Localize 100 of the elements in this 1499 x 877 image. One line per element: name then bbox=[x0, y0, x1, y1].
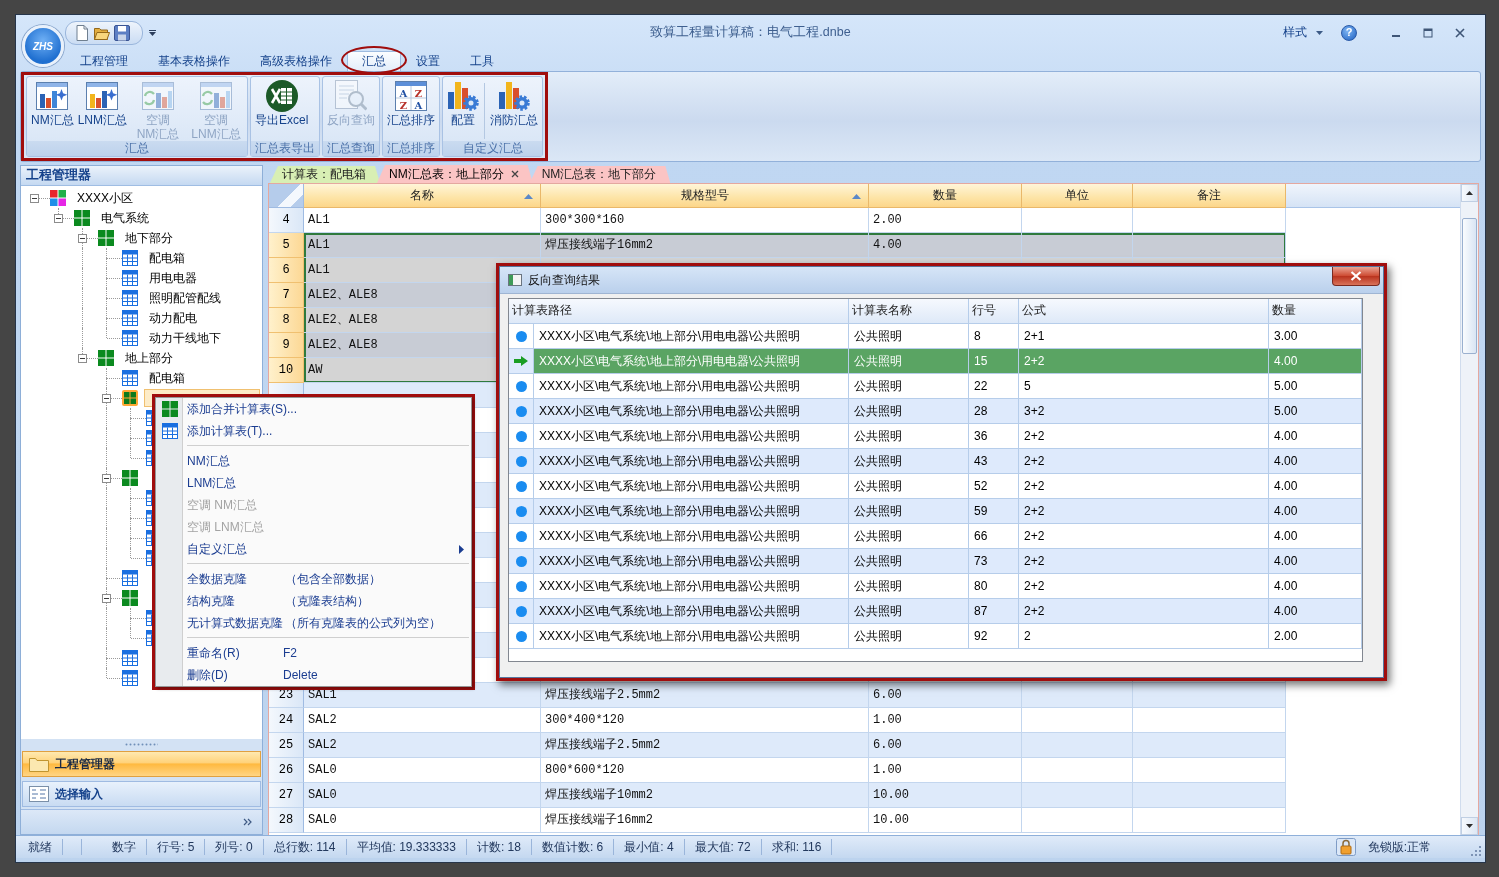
column-header[interactable]: 单位 bbox=[1022, 184, 1133, 208]
close-icon[interactable] bbox=[510, 170, 519, 178]
table-row[interactable]: SAL0 焊压接线端子16mm2 10.00 bbox=[304, 808, 1286, 833]
column-header[interactable]: 数量 bbox=[869, 184, 1022, 208]
tree-item[interactable]: XXXX小区 bbox=[74, 189, 136, 207]
table-row[interactable]: XXXX小区\电气系统\地上部分\用电电器\公共照明 公共照明 22 5 5.00 bbox=[509, 374, 1362, 399]
column-header[interactable]: 规格型号 bbox=[541, 184, 869, 208]
resize-grip-icon[interactable] bbox=[1471, 846, 1481, 856]
ribbon-button[interactable]: 配置 bbox=[445, 79, 481, 127]
collapse-icon[interactable] bbox=[78, 234, 87, 243]
menu-item[interactable]: NM汇总 bbox=[156, 450, 471, 472]
maximize-icon[interactable] bbox=[1423, 27, 1433, 38]
tree-item[interactable]: 动力配电 bbox=[146, 309, 200, 327]
table-row[interactable]: XXXX小区\电气系统\地上部分\用电电器\公共照明 公共照明 8 2+1 3.00 bbox=[509, 324, 1362, 349]
column-header[interactable]: 名称 bbox=[304, 184, 541, 208]
table-row[interactable]: AL1 300*300*160 2.00 bbox=[304, 208, 1286, 233]
column-header[interactable]: 数量 bbox=[1269, 299, 1362, 323]
menu-item[interactable]: 添加合并计算表(S)... bbox=[156, 398, 471, 420]
menu-item[interactable]: 无计算式数据克隆 （所有克隆表的公式列为空） bbox=[156, 612, 471, 634]
menu-item[interactable]: 全数据克隆 （包含全部数据） bbox=[156, 568, 471, 590]
table-row[interactable]: XXXX小区\电气系统\地上部分\用电电器\公共照明 公共照明 52 2+2 4.00 bbox=[509, 474, 1362, 499]
ribbon-tab[interactable]: 设置 bbox=[401, 51, 455, 71]
splitter-grip[interactable] bbox=[125, 742, 158, 746]
tree-item[interactable]: 照明配管配线 bbox=[146, 289, 224, 307]
table-row[interactable]: XXXX小区\电气系统\地上部分\用电电器\公共照明 公共照明 66 2+2 4.00 bbox=[509, 524, 1362, 549]
arrow-icon bbox=[514, 356, 528, 366]
table-cell: 10.00 bbox=[869, 808, 1022, 833]
table-row[interactable]: XXXX小区\电气系统\地上部分\用电电器\公共照明 公共照明 80 2+2 4.00 bbox=[509, 574, 1362, 599]
new-document-icon[interactable] bbox=[74, 24, 90, 41]
scroll-up-button[interactable] bbox=[1461, 184, 1478, 202]
tree-item[interactable]: 地上部分 bbox=[122, 349, 176, 367]
close-icon[interactable] bbox=[1455, 27, 1465, 38]
row-number: 9 bbox=[269, 333, 304, 358]
table-row[interactable]: XXXX小区\电气系统\地上部分\用电电器\公共照明 公共照明 87 2+2 4.00 bbox=[509, 599, 1362, 624]
collapse-icon[interactable] bbox=[78, 354, 87, 363]
ribbon-tab[interactable]: 高级表格操作 bbox=[245, 51, 347, 71]
row-number: 4 bbox=[269, 208, 304, 233]
caret-icon[interactable] bbox=[149, 29, 156, 36]
table-row[interactable]: SAL2 焊压接线端子2.5mm2 6.00 bbox=[304, 733, 1286, 758]
ribbon-button[interactable]: 导出Excel bbox=[253, 79, 311, 127]
status-dot-icon bbox=[515, 505, 527, 517]
column-header[interactable]: 备注 bbox=[1133, 184, 1286, 208]
collapse-icon[interactable] bbox=[102, 394, 111, 403]
style-menu-button[interactable]: 样式 bbox=[1281, 24, 1325, 41]
navigator-button[interactable]: 选择输入 bbox=[22, 781, 261, 807]
ribbon-button[interactable]: A Z Z A 汇总排序 bbox=[385, 79, 437, 127]
menu-item[interactable]: 删除(D) Delete bbox=[156, 664, 471, 686]
tree-item[interactable]: 配电箱 bbox=[146, 249, 188, 267]
row-number: 10 bbox=[269, 358, 304, 383]
table-row[interactable]: XXXX小区\电气系统\地上部分\用电电器\公共照明 公共照明 43 2+2 4.00 bbox=[509, 449, 1362, 474]
navigator-button[interactable]: 工程管理器 bbox=[22, 751, 261, 777]
bar-chart-gear-icon bbox=[447, 80, 479, 112]
table-row[interactable]: XXXX小区\电气系统\地上部分\用电电器\公共照明 公共照明 73 2+2 4.00 bbox=[509, 549, 1362, 574]
double-chevron-icon[interactable] bbox=[243, 818, 252, 826]
column-header[interactable]: 计算表名称 bbox=[849, 299, 969, 323]
tree-item[interactable]: 配电箱 bbox=[146, 369, 188, 387]
menu-item[interactable]: 添加计算表(T)... bbox=[156, 420, 471, 442]
table-row[interactable]: XXXX小区\电气系统\地上部分\用电电器\公共照明 公共照明 28 3+2 5.00 bbox=[509, 399, 1362, 424]
collapse-icon[interactable] bbox=[30, 194, 39, 203]
menu-item[interactable]: 结构克隆 （克隆表结构） bbox=[156, 590, 471, 612]
ribbon-button[interactable]: 消防汇总 bbox=[488, 79, 540, 127]
scrollbar-thumb[interactable] bbox=[1462, 218, 1477, 354]
table-icon bbox=[122, 290, 138, 306]
save-icon[interactable] bbox=[114, 24, 130, 41]
table-row[interactable]: XXXX小区\电气系统\地上部分\用电电器\公共照明 公共照明 36 2+2 4.00 bbox=[509, 424, 1362, 449]
tree-item[interactable]: 电气系统 bbox=[98, 209, 152, 227]
ribbon-tab[interactable]: 汇总 bbox=[347, 51, 401, 71]
document-tab[interactable]: NM汇总表：地下部分 bbox=[529, 166, 671, 183]
ribbon-tab[interactable]: 工具 bbox=[455, 51, 509, 71]
scroll-down-button[interactable] bbox=[1461, 817, 1478, 835]
table-row[interactable]: AL1 焊压接线端子16mm2 4.00 bbox=[304, 233, 1286, 258]
table-row[interactable]: SAL2 300*400*120 1.00 bbox=[304, 708, 1286, 733]
table-icon bbox=[161, 423, 178, 439]
table-row[interactable]: SAL0 焊压接线端子10mm2 10.00 bbox=[304, 783, 1286, 808]
table-cell: 公共照明 bbox=[849, 624, 969, 649]
tree-item[interactable]: 动力干线地下 bbox=[146, 329, 224, 347]
close-button[interactable] bbox=[1332, 267, 1380, 286]
menu-item[interactable]: 重命名(R) F2 bbox=[156, 642, 471, 664]
table-row[interactable]: XXXX小区\电气系统\地上部分\用电电器\公共照明 公共照明 59 2+2 4.00 bbox=[509, 499, 1362, 524]
column-header[interactable]: 行号 bbox=[969, 299, 1019, 323]
collapse-icon[interactable] bbox=[102, 594, 111, 603]
table-row[interactable]: XXXX小区\电气系统\地上部分\用电电器\公共照明 公共照明 92 2 2.00 bbox=[509, 624, 1362, 649]
tree-item[interactable]: 用电电器 bbox=[146, 269, 200, 287]
document-tab[interactable]: NM汇总表：地上部分 bbox=[377, 165, 533, 183]
column-header[interactable]: 计算表路径 bbox=[509, 299, 849, 323]
lock-icon[interactable] bbox=[1335, 838, 1356, 856]
status-dot-icon bbox=[515, 530, 527, 542]
ribbon-button[interactable]: NM汇总 bbox=[29, 79, 76, 127]
ribbon-button[interactable]: LNM汇总 bbox=[75, 79, 129, 127]
menu-item[interactable]: LNM汇总 bbox=[156, 472, 471, 494]
tree-item[interactable]: 地下部分 bbox=[122, 229, 176, 247]
menu-item[interactable]: 自定义汇总 bbox=[156, 538, 471, 560]
document-tab[interactable]: 计算表：配电箱 bbox=[270, 166, 380, 183]
collapse-icon[interactable] bbox=[102, 474, 111, 483]
ribbon-tab[interactable]: 工程管理 bbox=[65, 51, 143, 71]
table-cell: 焊压接线端子16mm2 bbox=[541, 808, 869, 833]
column-header[interactable]: 公式 bbox=[1019, 299, 1269, 323]
table-row[interactable]: SAL0 800*600*120 1.00 bbox=[304, 758, 1286, 783]
ribbon-tab[interactable]: 基本表格操作 bbox=[143, 51, 245, 71]
collapse-icon[interactable] bbox=[54, 214, 63, 223]
